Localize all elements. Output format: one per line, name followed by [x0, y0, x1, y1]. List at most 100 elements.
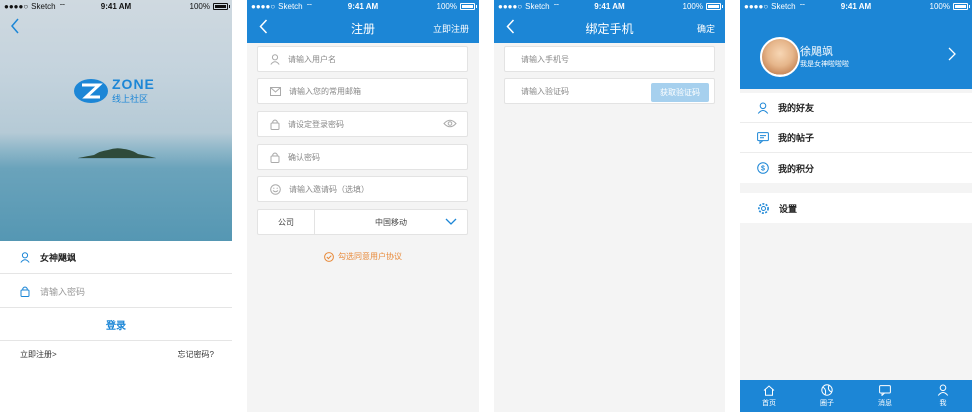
status-bar: ●●●●○ Sketch ⌔ 9:41 AM 100% — [494, 0, 725, 13]
svg-text:$: $ — [761, 166, 765, 173]
back-icon[interactable] — [259, 19, 268, 34]
agree-label: 勾选同意用户协议 — [338, 252, 402, 261]
username-placeholder: 请输入用户名 — [288, 54, 336, 64]
menu-item-points[interactable]: $ 我的积分 — [740, 153, 972, 183]
company-value-container[interactable]: 中国移动 — [315, 210, 467, 234]
logo-subtitle: 线上社区 — [112, 94, 149, 104]
status-bar: ●●●●○ Sketch ⌔ 9:41 AM 100% — [247, 0, 479, 13]
username-input[interactable]: 请输入用户名 — [257, 46, 468, 72]
user-icon — [757, 102, 769, 114]
verification-code-input[interactable]: 请输入验证码 获取验证码 — [504, 78, 715, 104]
phone-placeholder: 请输入手机号 — [521, 54, 569, 64]
menu-label: 设置 — [779, 203, 798, 214]
password-placeholder: 请输入密码 — [40, 286, 86, 297]
agree-checkbox[interactable]: 勾选同意用户协议 — [247, 251, 479, 262]
menu-item-friends[interactable]: 我的好友 — [740, 93, 972, 123]
email-input[interactable]: 请输入您的常用邮箱 — [257, 78, 468, 104]
tab-circle[interactable]: 圈子 — [807, 384, 847, 408]
battery-icon — [706, 3, 723, 10]
eye-icon[interactable] — [443, 119, 457, 128]
code-placeholder: 请输入验证码 — [521, 86, 569, 96]
confirm-password-input[interactable]: 确认密码 — [257, 144, 468, 170]
invite-code-input[interactable]: 请输入邀请码（选填） — [257, 176, 468, 202]
username-field[interactable]: 女神飓飒 — [0, 241, 232, 274]
clock: 9:41 AM — [840, 2, 872, 11]
email-placeholder: 请输入您的常用邮箱 — [289, 86, 361, 96]
navbar: 注册 立即注册 — [247, 13, 479, 43]
battery-icon — [953, 3, 970, 10]
password-field[interactable]: 请输入密码 — [0, 275, 232, 308]
wifi-icon: ⌔ — [552, 1, 561, 11]
carrier-label: Sketch — [278, 2, 303, 11]
chat-icon — [757, 131, 769, 144]
wifi-icon: ⌔ — [798, 1, 807, 11]
user-icon — [20, 251, 30, 263]
signal-icon: ●●●●○ — [4, 2, 29, 11]
tab-label: 消息 — [878, 399, 892, 407]
wifi-icon: ⌔ — [305, 1, 314, 11]
profile-header[interactable]: ●●●●○ Sketch ⌔ 9:41 AM 100% 徐飓飒 我是女神啦啦啦 — [740, 0, 972, 89]
island-image — [78, 148, 156, 159]
battery-icon — [460, 3, 477, 10]
carrier-label: Sketch — [771, 2, 796, 11]
page-title: 注册 — [350, 21, 375, 36]
company-select[interactable]: 公司 中国移动 — [257, 209, 468, 235]
menu-label: 我的好友 — [778, 103, 815, 113]
page-title: 绑定手机 — [585, 21, 634, 36]
register-action-button[interactable]: 立即注册 — [433, 22, 469, 35]
lock-icon — [270, 119, 280, 130]
carrier-label: Sketch — [31, 2, 56, 11]
invite-placeholder: 请输入邀请码（选填） — [289, 184, 369, 194]
forgot-password-link[interactable]: 忘记密码? — [178, 349, 214, 360]
menu-item-posts[interactable]: 我的帖子 — [740, 123, 972, 153]
signal-icon: ●●●●○ — [744, 2, 769, 11]
company-label: 公司 — [258, 210, 315, 234]
tab-home[interactable]: 首页 — [749, 384, 789, 408]
app-logo: ZONE 线上社区 — [73, 76, 155, 105]
wifi-icon: ⌔ — [58, 1, 67, 11]
signal-icon: ●●●●○ — [498, 2, 523, 11]
menu-label: 我的积分 — [778, 163, 815, 174]
phone-input[interactable]: 请输入手机号 — [504, 46, 715, 72]
clock: 9:41 AM — [100, 2, 132, 11]
user-icon — [270, 53, 280, 65]
password-placeholder: 请设定登录密码 — [288, 119, 344, 129]
carrier-label: Sketch — [525, 2, 550, 11]
get-code-button[interactable]: 获取验证码 — [651, 83, 709, 102]
gear-icon — [758, 202, 769, 214]
battery-label: 100% — [682, 2, 703, 11]
menu-item-settings[interactable]: 设置 — [740, 193, 972, 223]
password-input[interactable]: 请设定登录密码 — [257, 111, 468, 137]
back-icon[interactable] — [506, 19, 515, 34]
confirm-button[interactable]: 确定 — [697, 22, 715, 35]
profile-signature: 我是女神啦啦啦 — [800, 61, 849, 68]
register-link[interactable]: 立即注册> — [20, 349, 57, 360]
message-icon — [879, 384, 891, 396]
bind-phone-screen: ●●●●○ Sketch ⌔ 9:41 AM 100% 绑定手机 确定 请输入手机号… — [494, 0, 725, 412]
circle-icon — [821, 384, 833, 396]
smile-icon — [270, 183, 281, 195]
status-bar: ●●●●○ Sketch ⌔ 9:41 AM 100% — [740, 0, 972, 13]
avatar[interactable] — [760, 37, 800, 77]
zone-logo-icon — [74, 78, 108, 103]
register-screen: ●●●●○ Sketch ⌔ 9:41 AM 100% 注册 立即注册 请输入用户名… — [247, 0, 479, 412]
mail-icon — [270, 86, 281, 96]
chevron-down-icon — [445, 218, 457, 225]
tab-me[interactable]: 我 — [923, 384, 963, 408]
check-circle-icon — [324, 251, 334, 262]
clock: 9:41 AM — [594, 2, 625, 11]
tab-bar: 首页 圈子 消息 我 — [740, 380, 972, 412]
login-screen: ●●●●○ Sketch ⌔ 9:41 AM 100% ZONE 线上社区 女神飓飒… — [0, 0, 232, 412]
clock: 9:41 AM — [347, 2, 379, 11]
profile-name: 徐飓飒 — [800, 46, 833, 58]
confirm-placeholder: 确认密码 — [288, 152, 320, 162]
home-icon — [763, 384, 775, 396]
lock-icon — [270, 152, 280, 163]
tab-messages[interactable]: 消息 — [865, 384, 905, 408]
username-value: 女神飓飒 — [40, 252, 77, 263]
back-icon[interactable] — [10, 18, 20, 34]
profile-screen: ●●●●○ Sketch ⌔ 9:41 AM 100% 徐飓飒 我是女神啦啦啦 我的… — [740, 0, 972, 412]
status-bar: ●●●●○ Sketch ⌔ 9:41 AM 100% — [0, 0, 232, 13]
login-button[interactable]: 登录 — [0, 308, 232, 341]
settings-menu: 设置 — [740, 193, 972, 223]
